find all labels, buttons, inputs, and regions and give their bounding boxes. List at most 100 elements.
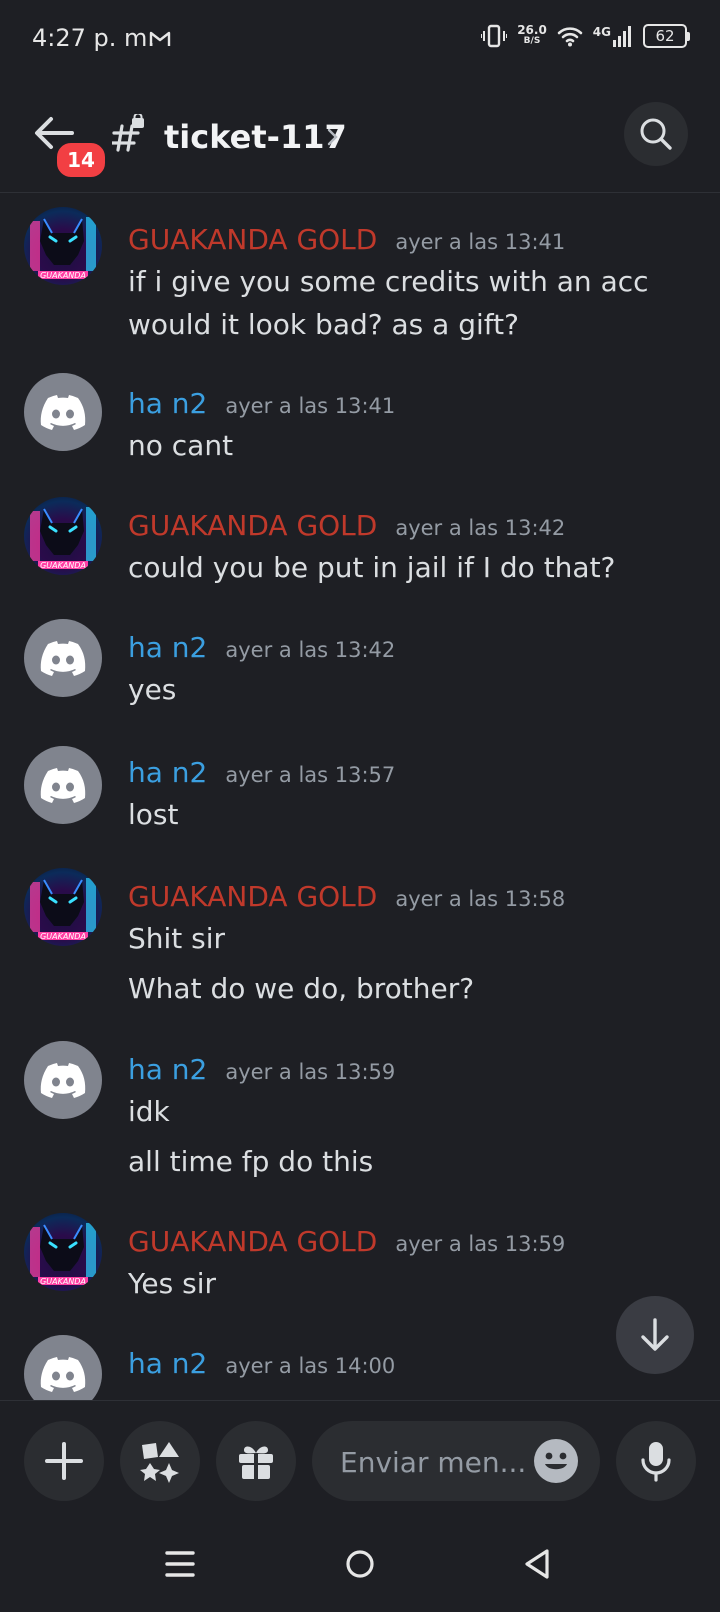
username[interactable]: ha n2 xyxy=(128,1347,207,1380)
avatar-text: GUAKANDA xyxy=(40,561,86,570)
username[interactable]: GUAKANDA GOLD xyxy=(128,509,377,542)
back-triangle-icon xyxy=(525,1549,549,1579)
discord-logo-icon xyxy=(40,768,86,803)
gift-icon xyxy=(239,1446,273,1479)
jump-to-latest-button[interactable] xyxy=(616,1296,694,1374)
recent-apps-button[interactable] xyxy=(152,1538,208,1590)
search-icon xyxy=(640,118,672,150)
timestamp: ayer a las 13:41 xyxy=(395,230,566,254)
message-composer xyxy=(0,1400,720,1516)
gmail-icon xyxy=(149,31,171,46)
channel-header: 14 ticket-117 xyxy=(0,100,720,193)
home-button[interactable] xyxy=(332,1538,388,1590)
message-input-container xyxy=(312,1421,600,1503)
panther-avatar-image: GUAKANDA xyxy=(30,878,96,941)
net-speed-unit: B/S xyxy=(523,36,541,46)
panther-avatar-image: GUAKANDA xyxy=(30,507,96,570)
search-button[interactable] xyxy=(624,102,688,166)
message-header: ha n2 ayer a las 13:41 xyxy=(128,387,395,420)
discord-logo-icon xyxy=(40,395,86,430)
username[interactable]: ha n2 xyxy=(128,387,207,420)
apps-icon xyxy=(140,1442,179,1483)
network-type: 4G xyxy=(592,25,611,39)
timestamp: ayer a las 13:41 xyxy=(225,394,396,418)
signal-icon xyxy=(613,26,631,47)
panther-avatar-image: GUAKANDA xyxy=(30,1223,96,1286)
discord-logo-icon xyxy=(40,641,86,676)
avatar[interactable]: GUAKANDA xyxy=(24,497,102,575)
status-time: 4:27 p. m. xyxy=(32,24,156,52)
discord-logo-icon xyxy=(40,1357,86,1392)
wifi-icon xyxy=(557,27,583,47)
timestamp: ayer a las 14:00 xyxy=(225,1354,396,1378)
avatar[interactable] xyxy=(24,1335,102,1400)
avatar[interactable]: GUAKANDA xyxy=(24,207,102,285)
avatar[interactable] xyxy=(24,746,102,824)
avatar-text: GUAKANDA xyxy=(40,1277,86,1286)
net-speed-value: 26.0 xyxy=(517,23,547,37)
battery-level: 62 xyxy=(643,24,687,48)
message-header: ha n2 ayer a las 14:00 xyxy=(128,1347,395,1380)
message-input[interactable] xyxy=(338,1421,542,1503)
message-text: would it look bad? as a gift? xyxy=(128,308,519,341)
apps-button[interactable] xyxy=(120,1421,200,1501)
avatar[interactable]: GUAKANDA xyxy=(24,868,102,946)
message-list[interactable]: GUAKANDA GUAKANDA GOLD ayer a las 13:41 … xyxy=(0,193,720,1400)
system-nav-bar xyxy=(0,1516,720,1612)
username[interactable]: ha n2 xyxy=(128,756,207,789)
message-header: ha n2 ayer a las 13:57 xyxy=(128,756,395,789)
message-text: yes xyxy=(128,673,177,706)
timestamp: ayer a las 13:42 xyxy=(395,516,566,540)
channel-name[interactable]: ticket-117 xyxy=(164,118,347,156)
message-text: if i give you some credits with an acc xyxy=(128,265,649,298)
battery: 62 xyxy=(643,24,690,48)
status-bar: 4:27 p. m. 26.0 B/S 4G 62 xyxy=(0,0,720,80)
vibrate-icon xyxy=(481,24,508,48)
emoji-button[interactable] xyxy=(534,1439,578,1483)
message-text: all time fp do this xyxy=(128,1145,374,1178)
message-text: Shit sir xyxy=(128,922,226,955)
timestamp: ayer a las 13:59 xyxy=(395,1232,566,1256)
unread-badge: 14 xyxy=(54,140,108,180)
message-text: What do we do, brother? xyxy=(128,972,475,1005)
voice-message-button[interactable] xyxy=(616,1421,696,1501)
avatar[interactable] xyxy=(24,373,102,451)
gift-button[interactable] xyxy=(216,1421,296,1501)
avatar[interactable] xyxy=(24,619,102,697)
arrow-down-icon xyxy=(641,1318,669,1351)
message-header: GUAKANDA GOLD ayer a las 13:42 xyxy=(128,509,565,542)
back-nav-button[interactable] xyxy=(510,1538,566,1590)
timestamp: ayer a las 13:59 xyxy=(225,1060,396,1084)
smiley-icon xyxy=(545,1452,567,1470)
message-text: could you be put in jail if I do that? xyxy=(128,551,616,584)
battery-tip xyxy=(687,31,690,41)
username[interactable]: GUAKANDA GOLD xyxy=(128,1225,377,1258)
message-header: GUAKANDA GOLD ayer a las 13:59 xyxy=(128,1225,565,1258)
home-circle-icon xyxy=(346,1550,374,1578)
username[interactable]: GUAKANDA GOLD xyxy=(128,880,377,913)
username[interactable]: ha n2 xyxy=(128,631,207,664)
avatar[interactable]: GUAKANDA xyxy=(24,1213,102,1291)
message-text: no cant xyxy=(128,429,234,462)
plus-icon xyxy=(45,1442,83,1480)
username[interactable]: ha n2 xyxy=(128,1053,207,1086)
message-header: GUAKANDA GOLD ayer a las 13:41 xyxy=(128,223,565,256)
avatar[interactable] xyxy=(24,1041,102,1119)
timestamp: ayer a las 13:58 xyxy=(395,887,566,911)
private-channel-icon xyxy=(112,114,144,152)
attach-button[interactable] xyxy=(24,1421,104,1501)
chevron-right-icon[interactable] xyxy=(326,128,338,146)
avatar-text: GUAKANDA xyxy=(40,271,86,280)
net-speed: 26.0 B/S xyxy=(517,23,547,47)
avatar-text: GUAKANDA xyxy=(40,932,86,941)
timestamp: ayer a las 13:57 xyxy=(225,763,396,787)
status-icons: 26.0 B/S 4G 62 xyxy=(481,24,690,48)
message-text: idk xyxy=(128,1095,170,1128)
microphone-icon xyxy=(641,1442,671,1482)
message-header: ha n2 ayer a las 13:42 xyxy=(128,631,395,664)
discord-logo-icon xyxy=(40,1063,86,1098)
message-text: Yes sir xyxy=(128,1267,216,1300)
timestamp: ayer a las 13:42 xyxy=(225,638,396,662)
panther-avatar-image: GUAKANDA xyxy=(30,217,96,280)
username[interactable]: GUAKANDA GOLD xyxy=(128,223,377,256)
